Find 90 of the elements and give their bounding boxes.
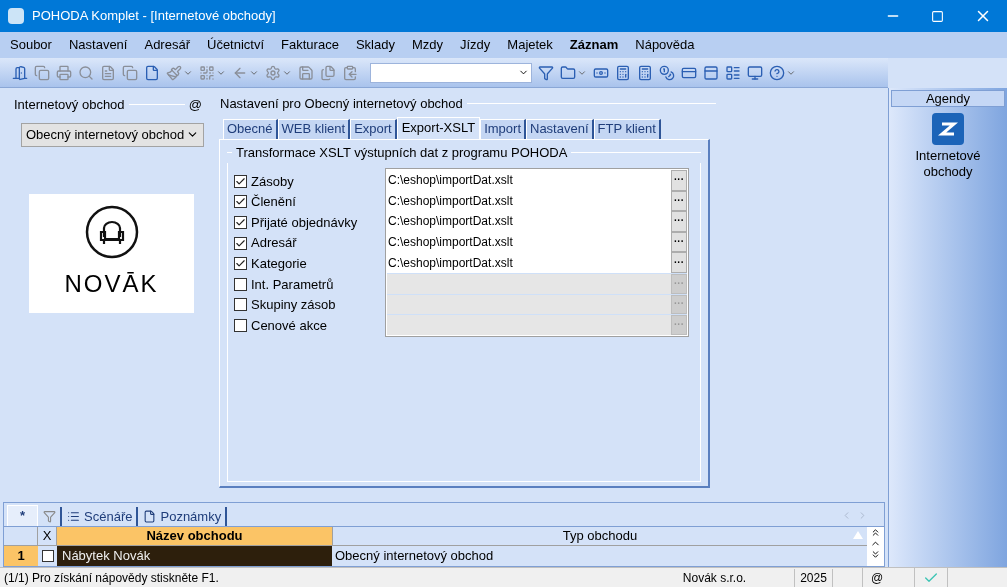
checkbox[interactable] bbox=[234, 277, 247, 291]
checkbox-label: Přijaté objednávky bbox=[251, 213, 358, 232]
row-number: 1 bbox=[4, 546, 38, 566]
tab[interactable]: Export bbox=[350, 118, 397, 139]
maximize-icon[interactable] bbox=[931, 9, 944, 23]
shop-type-select[interactable]: Obecný internetový obchod bbox=[21, 122, 204, 147]
tab[interactable]: Import bbox=[480, 118, 526, 139]
app-icon bbox=[8, 8, 24, 24]
checkbox-label: Členění bbox=[251, 193, 296, 212]
logo-text: NOVĀK bbox=[64, 269, 159, 299]
help-icon[interactable] bbox=[769, 64, 785, 81]
pages-icon[interactable] bbox=[122, 64, 138, 81]
menu-item[interactable]: Adresář bbox=[144, 35, 190, 55]
menu-item[interactable]: Záznam bbox=[569, 35, 619, 55]
menu-item[interactable]: Majetek bbox=[507, 35, 553, 55]
files-icon[interactable] bbox=[320, 64, 336, 81]
page-icon bbox=[143, 510, 157, 523]
menu-item[interactable]: Mzdy bbox=[411, 35, 443, 55]
checkbox-label: Int. Parametrů bbox=[251, 275, 334, 294]
checkbox-label: Zásoby bbox=[251, 172, 294, 191]
shop-agenda-icon[interactable] bbox=[932, 113, 964, 145]
menu-item[interactable]: Nápověda bbox=[635, 35, 695, 55]
tab[interactable]: FTP klient bbox=[593, 118, 661, 139]
qr-code-icon[interactable] bbox=[199, 64, 215, 81]
window-title: POHODA Komplet - [Internetové obchody] bbox=[32, 7, 276, 26]
email-sign: @ bbox=[869, 569, 885, 587]
company-name: Novák s.r.o. bbox=[635, 568, 795, 587]
table-row[interactable]: 1 Nábytek Novák Obecný internetový obchod bbox=[4, 546, 867, 566]
table-cell: Nábytek Novák bbox=[57, 546, 332, 566]
tab[interactable]: Nastavení bbox=[526, 118, 594, 139]
document-icon[interactable] bbox=[100, 64, 116, 81]
new-record-icon[interactable] bbox=[144, 64, 160, 81]
table-cell-text: Obecný internetový obchod bbox=[334, 547, 495, 566]
checkbox[interactable] bbox=[234, 216, 247, 229]
menu-item[interactable]: Účetnictví bbox=[207, 35, 265, 55]
menu-item[interactable]: Soubor bbox=[10, 35, 52, 55]
tab[interactable]: Obecné bbox=[223, 118, 278, 139]
clipboard-icon[interactable] bbox=[342, 64, 358, 81]
checkbox[interactable] bbox=[234, 174, 247, 188]
checkbox-label: Kategorie bbox=[251, 254, 307, 273]
agenda-item[interactable]: Internetové obchody bbox=[898, 148, 998, 180]
checkbox[interactable] bbox=[41, 550, 54, 562]
checkbox[interactable] bbox=[234, 195, 247, 209]
panel-header: Agendy bbox=[891, 90, 1005, 107]
copy-icon[interactable] bbox=[34, 64, 50, 81]
browse-button[interactable]: ··· bbox=[671, 190, 687, 212]
quick-search-field[interactable] bbox=[370, 62, 532, 83]
filter-icon bbox=[43, 510, 57, 523]
browse-button[interactable]: ··· bbox=[671, 170, 687, 191]
list-icon bbox=[67, 510, 81, 523]
folder-icon[interactable] bbox=[560, 64, 576, 81]
save-icon[interactable] bbox=[298, 64, 314, 81]
calculator-icon[interactable] bbox=[637, 64, 653, 81]
armchair-logo-icon bbox=[83, 204, 140, 260]
tab[interactable]: * bbox=[7, 505, 39, 526]
accounting-year: 2025 bbox=[795, 568, 833, 587]
column-header[interactable]: Název obchodu bbox=[57, 527, 332, 545]
first-record-icon[interactable] bbox=[870, 527, 881, 538]
checkbox[interactable] bbox=[234, 298, 247, 312]
menu-item[interactable]: Sklady bbox=[355, 35, 395, 55]
screen-icon[interactable] bbox=[747, 64, 763, 81]
email-sign: @ bbox=[188, 96, 202, 114]
checkbox[interactable] bbox=[234, 236, 247, 250]
coins-icon[interactable] bbox=[659, 64, 675, 81]
tab[interactable]: WEB klient bbox=[277, 118, 351, 139]
status-message: (1/1) Pro získání nápovědy stiskněte F1. bbox=[3, 569, 220, 587]
checkbox[interactable] bbox=[234, 318, 247, 332]
checkbox-label: Cenové akce bbox=[251, 316, 327, 335]
filter-icon[interactable] bbox=[538, 64, 554, 81]
browse-button[interactable]: ··· bbox=[671, 252, 687, 273]
exit-icon[interactable] bbox=[12, 64, 28, 81]
browse-button[interactable]: ··· bbox=[671, 211, 687, 232]
section-title: Nastavení pro Obecný internetový obchod bbox=[220, 95, 463, 113]
group-title: Transformace XSLT výstupních dat z programu POHODA bbox=[236, 143, 568, 162]
menu-item[interactable]: Jízdy bbox=[460, 35, 491, 55]
checkbox[interactable] bbox=[234, 257, 247, 271]
brush-icon[interactable] bbox=[166, 64, 182, 81]
section-title: Internetový obchod bbox=[14, 96, 125, 114]
browse-button[interactable]: ··· bbox=[671, 231, 687, 253]
layout-icon[interactable] bbox=[725, 64, 741, 81]
menu-item[interactable]: Nastavení bbox=[68, 35, 128, 55]
menu-item[interactable]: Fakturace bbox=[281, 35, 339, 55]
printer-icon[interactable] bbox=[56, 64, 72, 81]
preview-icon[interactable] bbox=[78, 64, 94, 81]
window-icon[interactable] bbox=[703, 64, 719, 81]
tab[interactable]: Export-XSLT bbox=[396, 116, 481, 139]
checkbox-label: Skupiny zásob bbox=[251, 296, 336, 315]
gear-icon[interactable] bbox=[265, 64, 281, 81]
checkbox-label: Adresář bbox=[251, 234, 297, 253]
last-record-icon[interactable] bbox=[870, 549, 881, 560]
